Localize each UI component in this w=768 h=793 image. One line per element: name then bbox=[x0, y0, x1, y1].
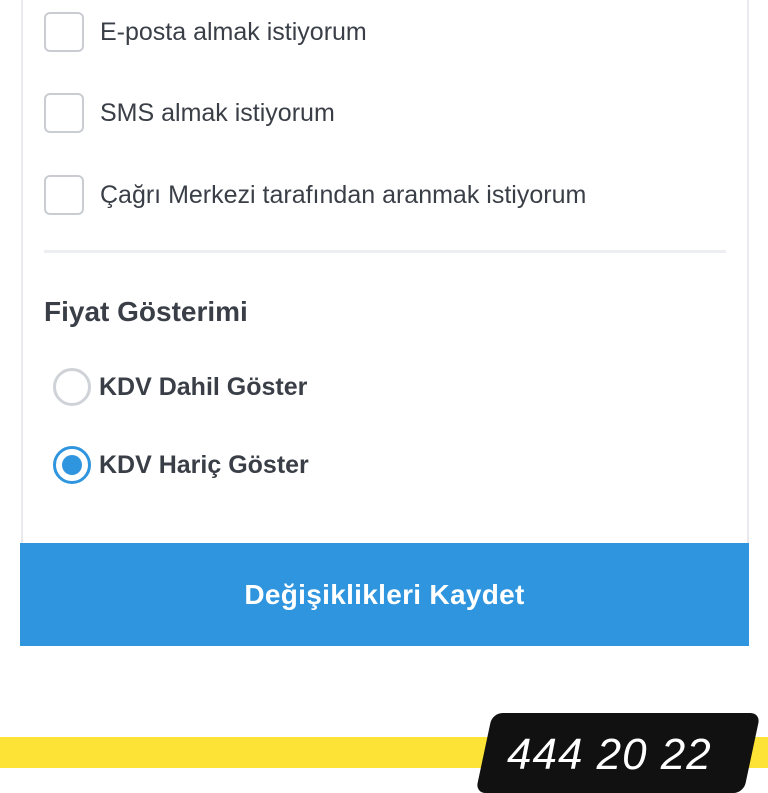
call-center-consent-label: Çağrı Merkezi tarafından aranmak istiyor… bbox=[100, 180, 587, 209]
sms-consent-checkbox[interactable] bbox=[44, 93, 84, 133]
vat-included-radio[interactable] bbox=[53, 368, 91, 406]
email-consent-row[interactable]: E-posta almak istiyorum bbox=[44, 12, 367, 52]
vat-excluded-label: KDV Hariç Göster bbox=[99, 450, 309, 479]
email-consent-checkbox[interactable] bbox=[44, 12, 84, 52]
vat-excluded-option[interactable]: KDV Hariç Göster bbox=[53, 445, 309, 485]
vat-included-label: KDV Dahil Göster bbox=[99, 372, 308, 401]
call-center-consent-row[interactable]: Çağrı Merkezi tarafından aranmak istiyor… bbox=[44, 175, 586, 215]
section-divider bbox=[44, 250, 726, 253]
email-consent-label: E-posta almak istiyorum bbox=[100, 17, 367, 46]
vat-included-option[interactable]: KDV Dahil Göster bbox=[53, 367, 307, 407]
save-changes-button[interactable]: Değişiklikleri Kaydet bbox=[20, 543, 749, 646]
call-center-consent-checkbox[interactable] bbox=[44, 175, 84, 215]
price-display-title: Fiyat Gösterimi bbox=[44, 296, 248, 327]
sms-consent-label: SMS almak istiyorum bbox=[100, 98, 335, 127]
phone-number[interactable]: 444 20 22 bbox=[507, 730, 712, 780]
sms-consent-row[interactable]: SMS almak istiyorum bbox=[44, 93, 335, 133]
vat-excluded-radio[interactable] bbox=[53, 446, 91, 484]
